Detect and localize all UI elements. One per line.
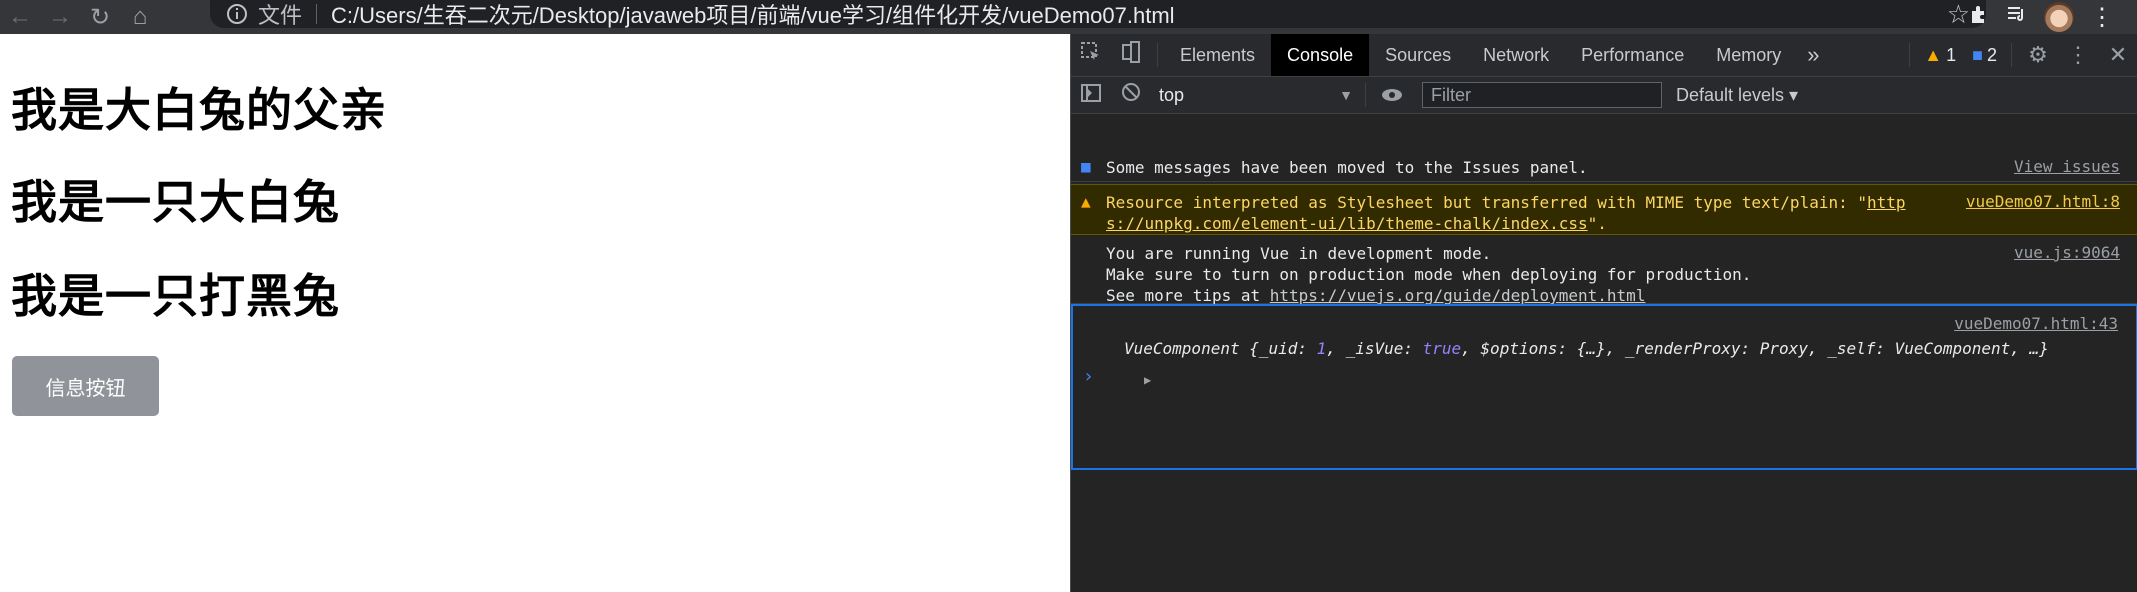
forward-icon[interactable]: →	[40, 0, 80, 34]
page-viewport: 我是大白兔的父亲 我是一只大白兔 我是一只打黑兔 信息按钮	[0, 34, 1070, 592]
warnings-count: 1	[1946, 44, 1957, 65]
devtools-tabbar: Elements Console Sources Network Perform…	[1071, 34, 2137, 77]
prop-value: {…}	[1576, 339, 1606, 358]
prop-key: _uid	[1258, 339, 1298, 358]
vue-source-link[interactable]: vue.js:9064	[2014, 243, 2120, 262]
object-preview-text: VueComponent {_uid: 1, _isVue: true, $op…	[1124, 339, 2049, 358]
console-toolbar: top ▼ Default levels ▾	[1071, 77, 2137, 114]
issues-icon: ■	[1972, 44, 1983, 65]
address-bar[interactable]: 文件 C:/Users/生吞二次元/Desktop/javaweb项目/前端/v…	[210, 0, 1986, 30]
site-info-icon[interactable]	[224, 1, 250, 27]
warning-text-prefix: Resource interpreted as Stylesheet but t…	[1106, 193, 1867, 212]
profile-avatar[interactable]	[2044, 2, 2074, 32]
vue-message-text: You are running Vue in development mode.…	[1106, 243, 1751, 306]
warning-message-text: Resource interpreted as Stylesheet but t…	[1106, 192, 1906, 234]
browser-toolbar: ← → ↻ ⌂ 文件 C:/Users/生吞二次元/Desktop/javawe…	[0, 0, 2137, 34]
warnings-badge[interactable]: ▲ 1	[1916, 45, 1964, 66]
heading-white-rabbit: 我是一只大白兔	[11, 175, 340, 229]
inspect-element-icon[interactable]	[1071, 41, 1111, 69]
warning-icon: ▲	[1924, 44, 1943, 65]
toolbar-right-icons: ⋮	[1968, 0, 2114, 34]
prop-value: VueComponent	[1894, 339, 2011, 358]
stylesheet-url-link-start[interactable]: http	[1867, 193, 1906, 212]
warning-text-suffix: ".	[1587, 214, 1607, 233]
console-message-vue-devmode: You are running Vue in development mode.…	[1071, 236, 2137, 306]
more-tabs-icon[interactable]: »	[1797, 42, 1829, 68]
warning-message-icon: ▲	[1081, 192, 1091, 211]
prop-value: true	[1422, 339, 1462, 358]
divider	[1909, 43, 1911, 67]
bookmark-star-icon[interactable]: ☆	[1947, 0, 1970, 30]
vue-line-3-prefix: See more tips at	[1106, 286, 1270, 305]
issues-badge[interactable]: ■ 2	[1964, 45, 2005, 66]
prop-value: Proxy	[1759, 339, 1808, 358]
issues-message-text: Some messages have been moved to the Iss…	[1106, 158, 1588, 177]
tab-memory[interactable]: Memory	[1700, 34, 1797, 76]
tab-performance[interactable]: Performance	[1565, 34, 1700, 76]
console-message-issues: ■ Some messages have been moved to the I…	[1071, 150, 2137, 182]
settings-gear-icon[interactable]: ⚙	[2018, 42, 2058, 68]
console-message-warning: ▲ Resource interpreted as Stylesheet but…	[1071, 184, 2137, 235]
prop-value: 1	[1316, 339, 1327, 358]
info-button[interactable]: 信息按钮	[12, 356, 159, 416]
clear-console-icon[interactable]	[1111, 82, 1151, 108]
heading-father: 我是大白兔的父亲	[11, 83, 387, 137]
vue-line-1: You are running Vue in development mode.	[1106, 244, 1492, 263]
device-toolbar-icon[interactable]	[1111, 41, 1151, 69]
back-icon[interactable]: ←	[0, 0, 40, 34]
context-value: top	[1159, 84, 1185, 105]
vue-deployment-link[interactable]: https://vuejs.org/guide/deployment.html	[1270, 286, 1646, 305]
console-prompt-chevron-icon[interactable]: ›	[1083, 366, 1094, 387]
devtools-panel: Elements Console Sources Network Perform…	[1070, 34, 2137, 592]
tab-sources[interactable]: Sources	[1369, 34, 1467, 76]
issues-message-icon: ■	[1081, 157, 1091, 176]
filter-input[interactable]	[1422, 82, 1662, 108]
prop-key: _self	[1827, 339, 1876, 358]
scheme-label: 文件	[258, 3, 303, 28]
toolbar-divider	[1365, 83, 1366, 107]
log-levels-dropdown[interactable]: Default levels ▾	[1676, 85, 1798, 106]
tab-elements[interactable]: Elements	[1164, 34, 1271, 76]
expand-triangle-icon[interactable]: ▶	[1144, 373, 1151, 387]
extensions-puzzle-icon[interactable]	[1968, 3, 1990, 32]
issues-count: 2	[1986, 44, 1997, 65]
home-icon[interactable]: ⌂	[120, 0, 160, 34]
view-issues-link[interactable]: View issues	[2014, 157, 2120, 176]
close-devtools-icon[interactable]: ✕	[2098, 42, 2137, 68]
live-expression-eye-icon[interactable]	[1372, 82, 1412, 108]
object-class-name: VueComponent	[1124, 339, 1240, 358]
tab-network[interactable]: Network	[1467, 34, 1565, 76]
devtools-right-controls: ▲ 1 ■ 2 ⚙ ⋮ ✕	[1903, 34, 2137, 76]
sidebar-toggle-icon[interactable]	[1071, 82, 1111, 108]
url-text[interactable]: C:/Users/生吞二次元/Desktop/javaweb项目/前端/vue学…	[331, 0, 1175, 30]
vue-line-2: Make sure to turn on production mode whe…	[1106, 265, 1752, 284]
prop-key: $options	[1480, 339, 1558, 358]
tab-console[interactable]: Console	[1271, 34, 1370, 76]
stylesheet-url-link[interactable]: s://unpkg.com/element-ui/lib/theme-chalk…	[1106, 214, 1588, 233]
heading-black-rabbit: 我是一只打黑兔	[11, 269, 340, 323]
context-select[interactable]: top ▼	[1151, 82, 1359, 108]
devtools-menu-icon[interactable]: ⋮	[2058, 42, 2098, 68]
object-source-link[interactable]: vueDemo07.html:43	[1954, 314, 2118, 333]
console-message-object: vueDemo07.html:43 ▶ VueComponent {_uid: …	[1071, 304, 2137, 470]
divider	[2011, 43, 2012, 67]
reload-icon[interactable]: ↻	[80, 0, 120, 34]
prop-key: _isVue	[1345, 339, 1404, 358]
chevron-down-icon: ▼	[1339, 87, 1353, 103]
warning-source-link[interactable]: vueDemo07.html:8	[1966, 192, 2120, 211]
omnibox-divider	[316, 4, 318, 24]
browser-menu-icon[interactable]: ⋮	[2090, 3, 2114, 32]
prop-key: _renderProxy	[1624, 339, 1741, 358]
tabbar-divider	[1157, 43, 1158, 67]
media-queue-icon[interactable]	[2006, 3, 2028, 32]
object-preview[interactable]: ▶ VueComponent {_uid: 1, _isVue: true, $…	[1108, 339, 2049, 387]
